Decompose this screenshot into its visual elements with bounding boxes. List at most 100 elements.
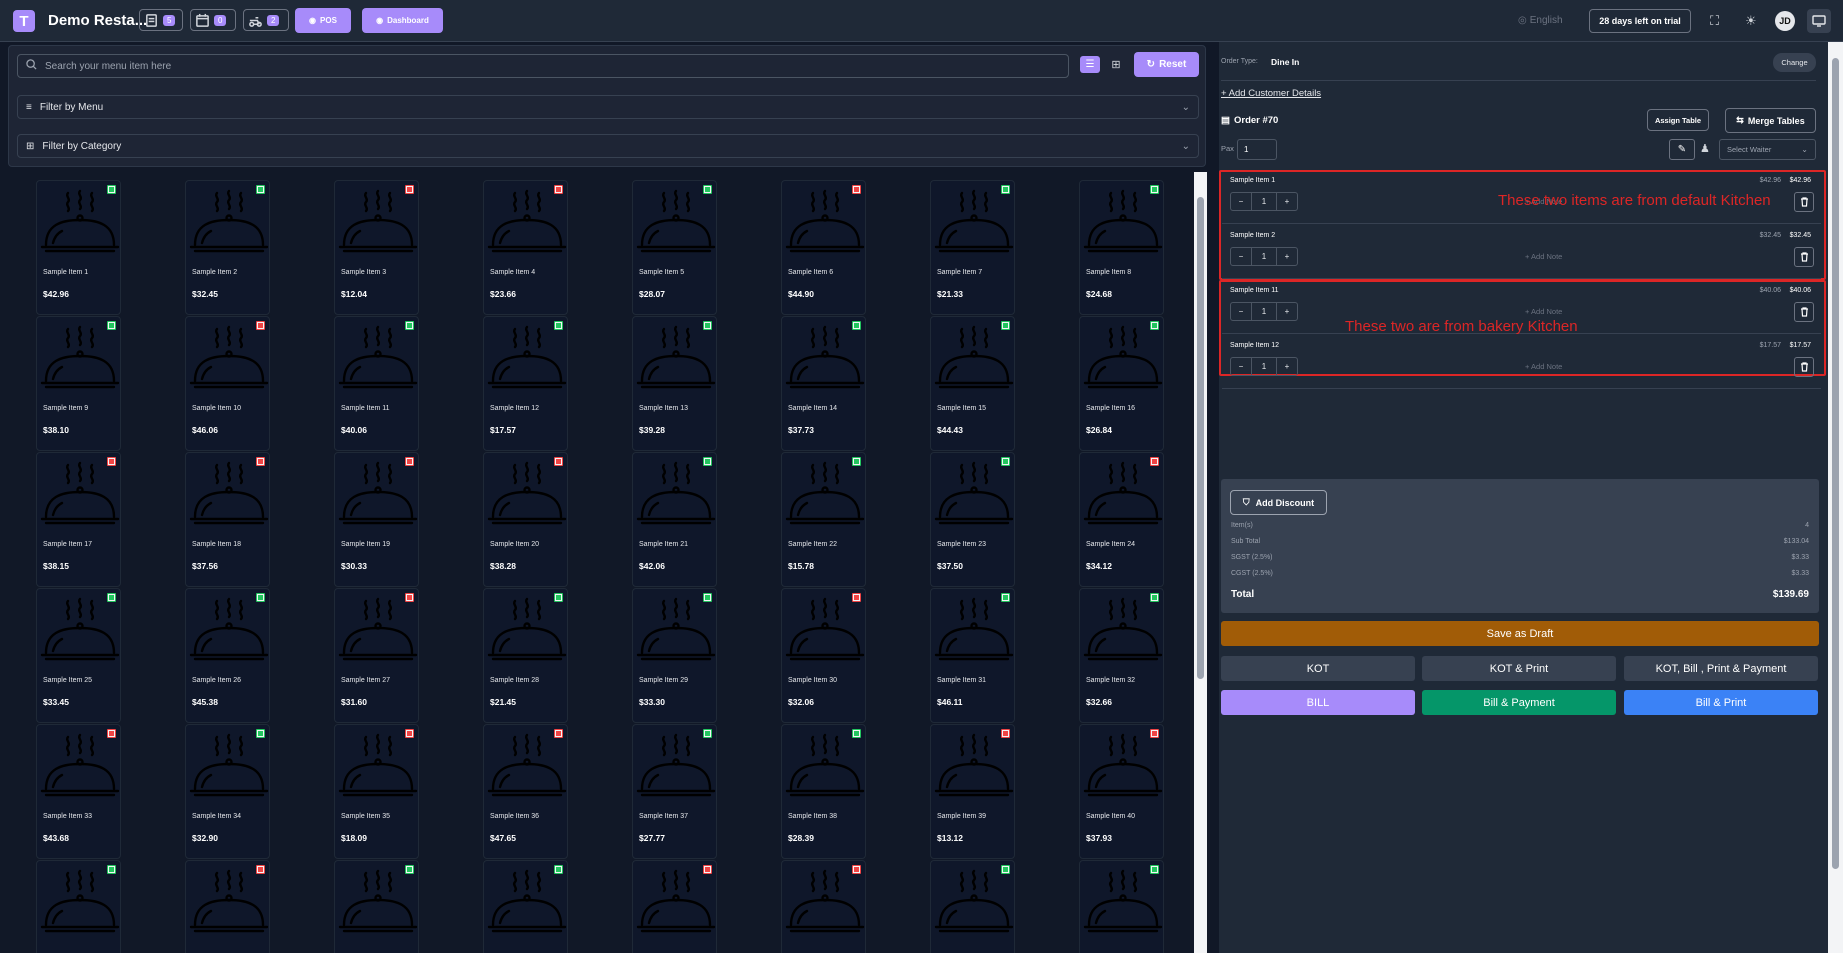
menu-item-card[interactable]: Sample Item 36 $47.65	[483, 724, 568, 859]
quantity-value[interactable]: 1	[1251, 358, 1277, 375]
menu-item-card[interactable]: Sample Item 9 $38.10	[36, 316, 121, 451]
trial-badge[interactable]: 28 days left on trial	[1589, 9, 1691, 33]
trash-icon[interactable]	[1794, 302, 1814, 322]
quantity-value[interactable]: 1	[1251, 248, 1277, 265]
edit-icon[interactable]: ✎	[1669, 139, 1695, 160]
grid-view-button[interactable]: ⊞	[1106, 56, 1126, 73]
menu-item-card[interactable]: Sample Item 1 $42.96	[36, 180, 121, 315]
quantity-value[interactable]: 1	[1251, 303, 1277, 320]
menu-item-card[interactable]: Sample Item 18 $37.56	[185, 452, 270, 587]
menu-item-card[interactable]	[781, 860, 866, 953]
menu-item-card[interactable]: Sample Item 30 $32.06	[781, 588, 866, 723]
pax-input[interactable]: 1	[1237, 139, 1277, 160]
search-input[interactable]: Search your menu item here	[17, 54, 1069, 78]
menu-item-card[interactable]: Sample Item 40 $37.93	[1079, 724, 1164, 859]
increase-button[interactable]: +	[1277, 303, 1297, 320]
menu-item-card[interactable]: Sample Item 34 $32.90	[185, 724, 270, 859]
menu-item-card[interactable]: Sample Item 26 $45.38	[185, 588, 270, 723]
filter-by-category-dropdown[interactable]: ⊞ Filter by Category ⌄	[17, 134, 1199, 158]
bill-payment-button[interactable]: Bill & Payment	[1422, 690, 1616, 715]
kot-bill-print-payment-button[interactable]: KOT, Bill , Print & Payment	[1624, 656, 1818, 681]
menu-item-card[interactable]: Sample Item 24 $34.12	[1079, 452, 1164, 587]
menu-item-card[interactable]: Sample Item 15 $44.43	[930, 316, 1015, 451]
menu-item-card[interactable]: Sample Item 16 $26.84	[1079, 316, 1164, 451]
menu-item-card[interactable]: Sample Item 21 $42.06	[632, 452, 717, 587]
menu-item-card[interactable]: Sample Item 20 $38.28	[483, 452, 568, 587]
menu-item-card[interactable]: Sample Item 28 $21.45	[483, 588, 568, 723]
menu-item-card[interactable]	[185, 860, 270, 953]
menu-item-card[interactable]: Sample Item 35 $18.09	[334, 724, 419, 859]
menu-item-card[interactable]: Sample Item 38 $28.39	[781, 724, 866, 859]
menu-item-card[interactable]: Sample Item 22 $15.78	[781, 452, 866, 587]
orders-badge-button[interactable]: 5	[139, 9, 183, 31]
avatar[interactable]: JD	[1775, 11, 1795, 31]
quantity-value[interactable]: 1	[1251, 193, 1277, 210]
decrease-button[interactable]: −	[1231, 303, 1251, 320]
decrease-button[interactable]: −	[1231, 358, 1251, 375]
menu-item-card[interactable]: Sample Item 39 $13.12	[930, 724, 1015, 859]
menu-item-card[interactable]: Sample Item 4 $23.66	[483, 180, 568, 315]
language-selector[interactable]: ◎ English	[1518, 15, 1563, 26]
menu-item-card[interactable]: Sample Item 33 $43.68	[36, 724, 121, 859]
menu-item-card[interactable]	[334, 860, 419, 953]
menu-item-card[interactable]: Sample Item 7 $21.33	[930, 180, 1015, 315]
reset-button[interactable]: ↻ Reset	[1134, 52, 1199, 77]
add-note-link[interactable]: + Add Note	[1525, 252, 1562, 261]
menu-item-card[interactable]: Sample Item 32 $32.66	[1079, 588, 1164, 723]
decrease-button[interactable]: −	[1231, 248, 1251, 265]
reservations-badge-button[interactable]: 0	[190, 9, 236, 31]
decrease-button[interactable]: −	[1231, 193, 1251, 210]
menu-item-card[interactable]: Sample Item 14 $37.73	[781, 316, 866, 451]
menu-item-card[interactable]: Sample Item 23 $37.50	[930, 452, 1015, 587]
menu-item-card[interactable]: Sample Item 5 $28.07	[632, 180, 717, 315]
pos-button[interactable]: ◉ POS	[295, 8, 351, 33]
merge-tables-button[interactable]: ⇆ Merge Tables	[1725, 108, 1816, 133]
menu-item-card[interactable]: Sample Item 25 $33.45	[36, 588, 121, 723]
menu-item-card[interactable]: Sample Item 6 $44.90	[781, 180, 866, 315]
add-note-link[interactable]: + Add Note	[1525, 362, 1562, 371]
kot-button[interactable]: KOT	[1221, 656, 1415, 681]
menu-item-card[interactable]: Sample Item 19 $30.33	[334, 452, 419, 587]
save-as-draft-button[interactable]: Save as Draft	[1221, 621, 1819, 646]
trash-icon[interactable]	[1794, 192, 1814, 212]
scrollbar-thumb[interactable]	[1832, 58, 1839, 869]
menu-item-card[interactable]: Sample Item 12 $17.57	[483, 316, 568, 451]
menu-item-card[interactable]	[632, 860, 717, 953]
increase-button[interactable]: +	[1277, 193, 1297, 210]
order-panel-scrollbar[interactable]	[1828, 42, 1843, 953]
menu-item-card[interactable]: Sample Item 17 $38.15	[36, 452, 121, 587]
sun-icon[interactable]: ☀	[1745, 13, 1757, 29]
list-view-button[interactable]: ☰	[1080, 56, 1100, 73]
menu-item-card[interactable]	[36, 860, 121, 953]
increase-button[interactable]: +	[1277, 358, 1297, 375]
menu-item-card[interactable]: Sample Item 8 $24.68	[1079, 180, 1164, 315]
menu-item-card[interactable]	[483, 860, 568, 953]
trash-icon[interactable]	[1794, 357, 1814, 377]
menu-item-card[interactable]: Sample Item 37 $27.77	[632, 724, 717, 859]
fullscreen-icon[interactable]: ⛶	[1710, 13, 1719, 29]
menu-item-card[interactable]: Sample Item 31 $46.11	[930, 588, 1015, 723]
restaurant-name[interactable]: Demo Resta...	[48, 12, 147, 29]
menu-item-card[interactable]: Sample Item 27 $31.60	[334, 588, 419, 723]
menu-item-card[interactable]: Sample Item 13 $39.28	[632, 316, 717, 451]
bill-print-button[interactable]: Bill & Print	[1624, 690, 1818, 715]
menu-item-card[interactable]: Sample Item 29 $33.30	[632, 588, 717, 723]
bill-button[interactable]: BILL	[1221, 690, 1415, 715]
add-customer-link[interactable]: + Add Customer Details	[1221, 88, 1321, 99]
menu-scrollbar[interactable]	[1194, 172, 1207, 953]
select-waiter-dropdown[interactable]: Select Waiter ⌄	[1719, 139, 1816, 160]
filter-by-menu-dropdown[interactable]: ≡ Filter by Menu ⌄	[17, 95, 1199, 119]
monitor-icon[interactable]	[1807, 9, 1831, 33]
kot-print-button[interactable]: KOT & Print	[1422, 656, 1616, 681]
app-logo[interactable]: T	[13, 10, 35, 32]
scrollbar-thumb[interactable]	[1197, 197, 1204, 679]
menu-item-card[interactable]: Sample Item 3 $12.04	[334, 180, 419, 315]
menu-item-card[interactable]	[930, 860, 1015, 953]
change-order-type-button[interactable]: Change	[1773, 53, 1816, 72]
menu-item-card[interactable]: Sample Item 2 $32.45	[185, 180, 270, 315]
delivery-badge-button[interactable]: 2	[243, 9, 289, 31]
add-note-link[interactable]: + Add Note	[1525, 307, 1562, 316]
increase-button[interactable]: +	[1277, 248, 1297, 265]
menu-item-card[interactable]: Sample Item 11 $40.06	[334, 316, 419, 451]
add-discount-button[interactable]: ⛉ Add Discount	[1230, 490, 1327, 515]
